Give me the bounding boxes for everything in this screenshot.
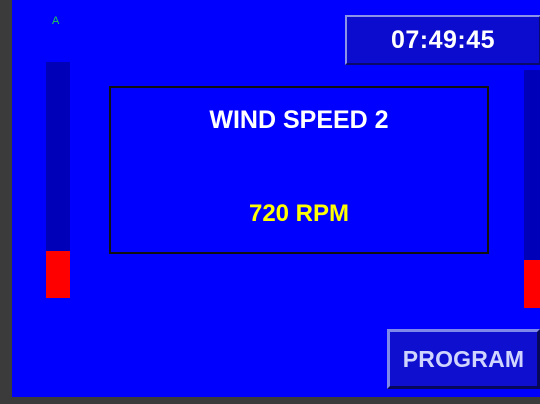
wind-speed-display-panel: WIND SPEED 2 720 RPM [109, 86, 489, 254]
clock-button[interactable]: 07:49:45 [345, 15, 540, 65]
right-level-bar [524, 70, 540, 308]
right-level-fill [524, 260, 540, 308]
display-value: 720 RPM [248, 200, 350, 227]
display-title: WIND SPEED 2 [209, 106, 389, 134]
program-button[interactable]: PROGRAM [387, 329, 540, 389]
left-level-fill [46, 250, 70, 298]
left-level-bar [46, 62, 70, 298]
status-indicator: A [52, 15, 60, 27]
hmi-screen: A 07:49:45 WIND SPEED 2 720 RPM PROGRAM [0, 0, 540, 404]
